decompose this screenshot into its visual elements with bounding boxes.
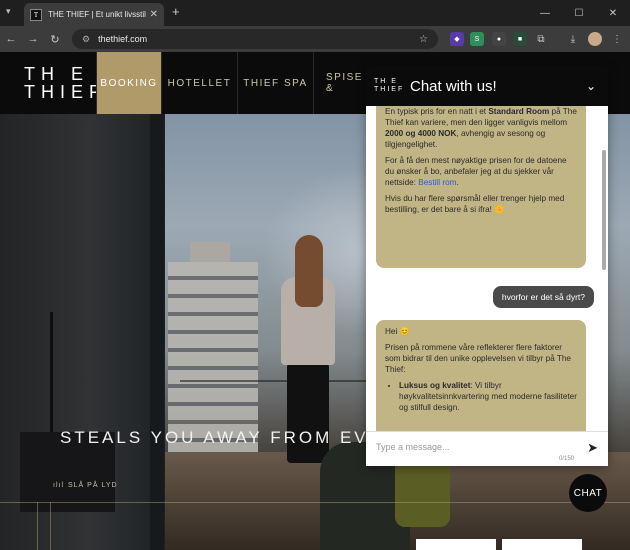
site-info-icon[interactable]: ⚙ [82,34,90,45]
site-logo[interactable]: TH E THIEF [0,52,100,114]
chat-input-bar: Type a message... 0/150 ➤ [366,431,608,466]
bottom-button-2[interactable] [502,539,582,550]
extension-icon-3[interactable]: ● [492,32,506,46]
back-icon[interactable]: ← [0,33,22,45]
nav-booking[interactable]: BOOKING [96,52,161,114]
bookmark-star-icon[interactable]: ☆ [419,34,428,45]
user-message: hvorfor er det så dyrt? [492,286,594,308]
extension-icon-2[interactable]: S [470,32,484,46]
chat-header[interactable]: TH E THIEF Chat with us! ⌄ [366,66,608,106]
profile-avatar[interactable] [588,32,602,46]
chat-launcher-button[interactable]: CHAT [569,474,607,512]
reload-icon[interactable]: ↻ [44,33,66,46]
window-controls: — ☐ ✕ [528,0,630,26]
minimize-button[interactable]: — [528,0,562,26]
message-input[interactable]: Type a message... [376,442,450,452]
address-bar[interactable]: ⚙ thethief.com ☆ [72,29,438,49]
forward-icon[interactable]: → [22,33,44,45]
hero-tagline: STEALS YOU AWAY FROM EVE [60,428,383,447]
download-icon[interactable]: ⤓ [566,32,580,46]
bot-message: En typisk pris for en natt i et Standard… [376,106,586,268]
new-tab-button[interactable]: + [172,4,180,19]
browser-tab-bar: ▾ T THE THIEF | Et unikt livsstilshotell… [0,0,630,26]
close-tab-icon[interactable]: ✕ [150,9,158,20]
chat-messages: En typisk pris for en natt i et Standard… [366,106,608,431]
browser-toolbar: ← → ↻ ⚙ thethief.com ☆ ◆ S ● ■ ⧉ ⤓ ⋮ [0,26,630,52]
booking-link[interactable]: Bestill rom [418,178,456,187]
menu-kebab-icon[interactable]: ⋮ [610,32,624,46]
nav-hotellet[interactable]: HOTELLET [161,52,237,114]
extensions-puzzle-icon[interactable]: ⧉ [534,32,548,46]
sound-toggle[interactable]: ılıl SLÅ PÅ LYD [53,482,118,489]
sound-bars-icon: ılıl [53,482,64,489]
chevron-down-icon[interactable]: ⌄ [586,79,608,93]
maximize-button[interactable]: ☐ [562,0,596,26]
send-icon[interactable]: ➤ [587,440,598,456]
char-counter: 0/150 [558,456,574,462]
close-window-button[interactable]: ✕ [596,0,630,26]
web-page: TH E THIEF BOOKING HOTELLET THIEF SPA SP… [0,52,630,550]
browser-tab[interactable]: T THE THIEF | Et unikt livsstilshotell ✕ [24,3,164,26]
url-text[interactable]: thethief.com [98,34,419,44]
tab-search-icon[interactable]: ▾ [6,6,11,17]
bottom-button-1[interactable] [416,539,496,550]
chat-scrollbar[interactable] [602,150,606,270]
nav-thief-spa[interactable]: THIEF SPA [237,52,313,114]
bot-message: Hei 😊 Prisen på rommene våre reflekterer… [376,320,586,431]
favicon: T [30,8,42,21]
chat-widget: TH E THIEF Chat with us! ⌄ En typisk pri… [366,66,608,466]
extension-icon-1[interactable]: ◆ [450,32,464,46]
chat-title: Chat with us! [410,77,497,95]
extension-icon-4[interactable]: ■ [513,32,527,46]
chat-logo: TH E THIEF [374,78,405,93]
nav-spise[interactable]: SPISE & [313,52,373,114]
tab-title: THE THIEF | Et unikt livsstilshotell [48,10,146,19]
